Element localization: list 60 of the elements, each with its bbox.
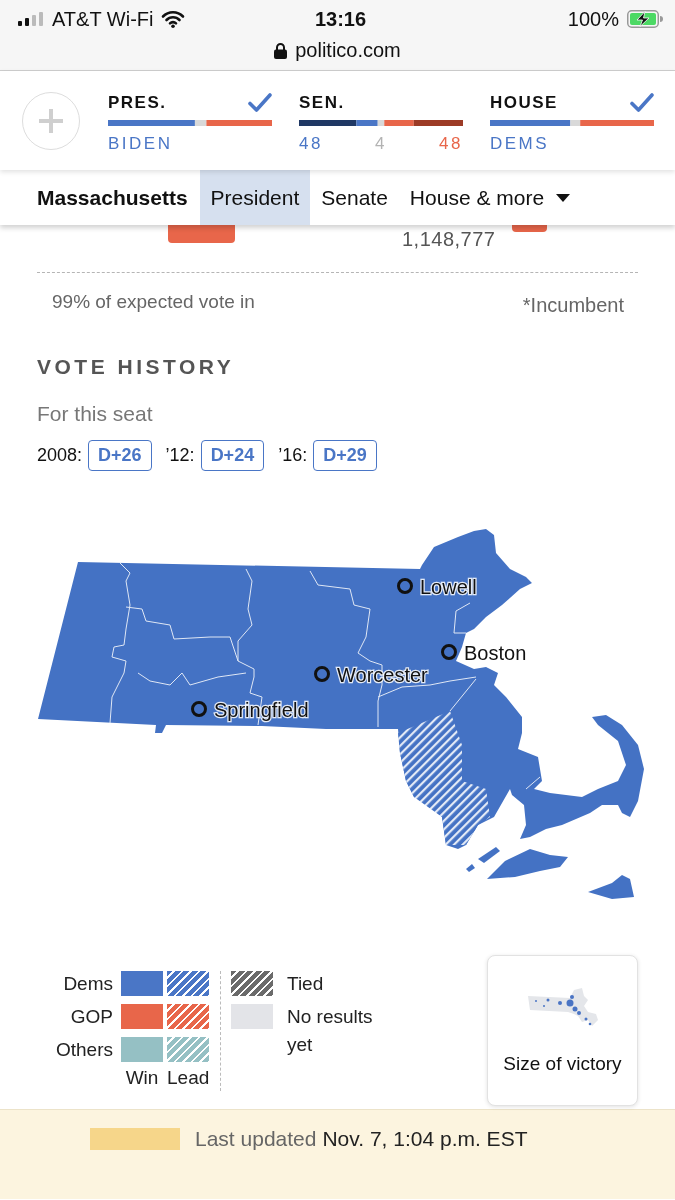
- race-reading: 48: [299, 132, 323, 155]
- vote-count: 1,148,777: [402, 227, 496, 251]
- party-tag: [512, 225, 548, 232]
- race-label: HOUSE: [490, 91, 558, 114]
- caret-icon: [556, 193, 571, 202]
- city-marker-icon: [191, 701, 207, 717]
- legend-label: No results yet: [287, 1005, 374, 1057]
- city-marker-icon: [314, 666, 330, 682]
- carrier-name: AT&T Wi-Fi: [52, 6, 154, 31]
- race-reading: DEMS: [490, 132, 550, 155]
- legend-column-label: Lead: [167, 1067, 209, 1090]
- no-results-swatch-icon: [231, 1004, 273, 1029]
- update-label: Last updated: [195, 1127, 317, 1151]
- nav-tab[interactable]: House & more: [398, 170, 582, 225]
- race-reading: 4: [375, 132, 387, 155]
- section-title: VOTE HISTORY: [37, 354, 236, 379]
- election-year: ’16:: [278, 444, 308, 467]
- state-title: Massachusetts: [37, 184, 188, 211]
- lead-swatch-icon: [167, 1004, 209, 1029]
- section-subtitle: For this seat: [37, 401, 154, 426]
- reporting-status: 99% of expected vote in: [51, 290, 255, 314]
- lead-swatch-icon: [167, 971, 209, 996]
- tied-swatch-icon: [231, 971, 273, 996]
- mini-map-icon: [527, 986, 598, 1028]
- race-reading: BIDEN: [108, 132, 173, 155]
- city-label: Boston: [464, 642, 527, 664]
- margin-badge: D+24: [200, 439, 265, 471]
- city-marker-icon: [397, 578, 413, 594]
- city-marker-icon: [441, 644, 457, 660]
- nav-tab[interactable]: President: [199, 170, 311, 225]
- city-label: Lowell: [420, 576, 477, 598]
- race-label: SEN.: [299, 91, 345, 114]
- update-time: Nov. 7, 1:04 p.m. EST: [322, 1127, 528, 1151]
- legend-column-label: Win: [124, 1067, 160, 1090]
- size-of-victory-button[interactable]: Size of victory: [487, 955, 638, 1106]
- race-reading: 48: [439, 132, 463, 155]
- election-year: ’12:: [165, 444, 195, 467]
- election-year: 2008:: [37, 444, 83, 467]
- signal-icon: [18, 11, 44, 26]
- legend-label: GOP: [69, 1005, 114, 1029]
- wifi-icon: [161, 9, 186, 28]
- lock-icon: [274, 41, 288, 59]
- update-indicator-icon: [90, 1128, 180, 1150]
- clock-time: 13:16: [314, 6, 367, 31]
- legend-label: Others: [54, 1038, 114, 1062]
- battery-icon: [627, 9, 663, 28]
- city-label: Springfield: [214, 699, 309, 721]
- legend-label: Tied: [287, 972, 325, 996]
- margin-badge: D+29: [313, 439, 377, 471]
- party-tag: [168, 225, 235, 243]
- plus-icon: [39, 108, 63, 133]
- battery-percent: 100%: [567, 6, 619, 31]
- legend-label: Dems: [62, 972, 114, 996]
- page-url: politico.com: [295, 38, 401, 62]
- nav-tab[interactable]: Senate: [310, 170, 399, 225]
- race-label: PRES.: [108, 91, 167, 114]
- lead-swatch-icon: [167, 1037, 209, 1062]
- margin-badge: D+26: [88, 439, 152, 471]
- incumbent-note: *Incumbent: [522, 293, 625, 317]
- city-label: Worcester: [337, 664, 428, 686]
